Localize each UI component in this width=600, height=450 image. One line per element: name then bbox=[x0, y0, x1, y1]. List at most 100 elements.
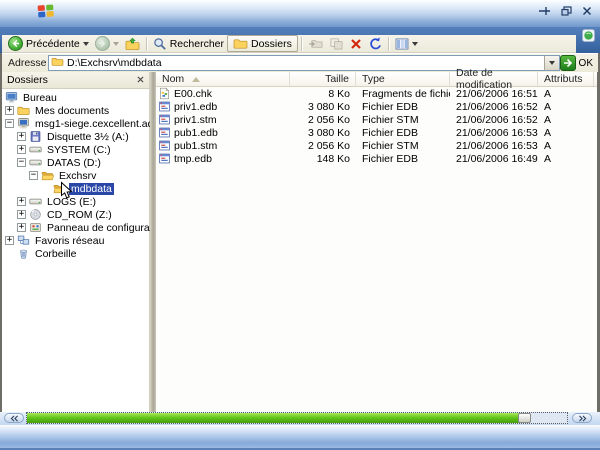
double-right-icon bbox=[578, 415, 587, 422]
folder-icon bbox=[17, 104, 30, 117]
tree-item-panneau-de-configuration[interactable]: +Panneau de configuration bbox=[2, 221, 149, 234]
file-attributes: A bbox=[538, 88, 594, 100]
toolbar-separator bbox=[301, 37, 302, 51]
expand-icon[interactable]: + bbox=[17, 197, 26, 206]
drive-icon bbox=[29, 156, 42, 169]
recycle-icon bbox=[17, 247, 30, 260]
views-button[interactable] bbox=[392, 35, 421, 52]
tree-item-label: DATAS (D:) bbox=[45, 157, 103, 169]
column-header-taille[interactable]: Taille bbox=[290, 72, 356, 86]
close-panel-icon[interactable] bbox=[137, 74, 144, 86]
up-folder-icon bbox=[125, 37, 140, 51]
tree-item-mdbdata[interactable]: mdbdata bbox=[2, 182, 149, 195]
expand-icon[interactable]: + bbox=[5, 106, 14, 115]
folders-panel-title: Dossiers bbox=[7, 74, 48, 86]
tree-item-datas-d[interactable]: − DATAS (D:) bbox=[2, 156, 149, 169]
file-row-tmp-edb[interactable]: tmp.edb148 KoFichier EDB21/06/2006 16:49… bbox=[156, 152, 597, 165]
file-row-pub1-stm[interactable]: pub1.stm2 056 KoFichier STM21/06/2006 16… bbox=[156, 139, 597, 152]
pin-icon[interactable] bbox=[538, 6, 551, 16]
expand-icon[interactable]: + bbox=[17, 132, 26, 141]
desktop-icon bbox=[5, 91, 18, 104]
seek-track[interactable] bbox=[26, 412, 568, 424]
sort-ascending-icon bbox=[192, 77, 200, 82]
folders-button-label: Dossiers bbox=[251, 38, 292, 50]
expand-icon[interactable]: + bbox=[17, 210, 26, 219]
tree-item-label: Mes documents bbox=[33, 105, 111, 117]
file-size: 8 Ko bbox=[290, 88, 356, 100]
restore-icon[interactable] bbox=[561, 6, 572, 16]
collapse-icon[interactable]: − bbox=[17, 158, 26, 167]
back-dropdown-icon[interactable] bbox=[83, 42, 89, 46]
collapse-icon[interactable]: − bbox=[29, 171, 38, 180]
tree-item-system-c[interactable]: + SYSTEM (C:) bbox=[2, 143, 149, 156]
address-dropdown-button[interactable] bbox=[544, 56, 559, 70]
seek-progress bbox=[27, 413, 524, 423]
up-button[interactable] bbox=[122, 35, 143, 52]
tree-item-disquette-3-a[interactable]: + Disquette 3½ (A:) bbox=[2, 130, 149, 143]
move-to-icon bbox=[308, 37, 323, 50]
demo-player-window: Précédente Rechercher Dossiers bbox=[0, 0, 600, 450]
column-header-attributs[interactable]: Attributs bbox=[538, 72, 594, 86]
views-icon bbox=[395, 38, 409, 50]
expand-icon[interactable]: + bbox=[5, 236, 14, 245]
move-to-button[interactable] bbox=[305, 35, 326, 52]
tree-item-msg1-siege-cexcellent-ad[interactable]: −msg1-siege.cexcellent.ad bbox=[2, 117, 149, 130]
folder-open-icon bbox=[41, 169, 54, 182]
seek-back-button[interactable] bbox=[4, 413, 24, 423]
views-dropdown-icon[interactable] bbox=[412, 42, 418, 46]
address-folder-icon bbox=[51, 56, 64, 70]
file-size: 3 080 Ko bbox=[290, 101, 356, 113]
tree-item-corbeille[interactable]: Corbeille bbox=[2, 247, 149, 260]
drive-icon bbox=[29, 143, 42, 156]
seek-thumb[interactable] bbox=[518, 413, 531, 423]
player-seek-row bbox=[0, 412, 600, 425]
drive-icon bbox=[29, 195, 42, 208]
tree-item-cd-rom-z[interactable]: +CD_ROM (Z:) bbox=[2, 208, 149, 221]
generic-file-icon bbox=[158, 126, 171, 139]
generic-file-icon bbox=[158, 152, 171, 165]
expand-icon[interactable]: + bbox=[17, 223, 26, 232]
back-button-label: Précédente bbox=[26, 38, 80, 50]
tree-item-label: Disquette 3½ (A:) bbox=[45, 131, 131, 143]
file-list: E00.chk8 KoFragments de fichie...21/06/2… bbox=[156, 87, 597, 165]
file-name: priv1.edb bbox=[174, 101, 217, 113]
file-date: 21/06/2006 16:52 bbox=[450, 114, 538, 126]
file-attributes: A bbox=[538, 114, 594, 126]
file-type: Fichier STM bbox=[356, 114, 450, 126]
file-date: 21/06/2006 16:51 bbox=[450, 88, 538, 100]
file-row-pub1-edb[interactable]: pub1.edb3 080 KoFichier EDB21/06/2006 16… bbox=[156, 126, 597, 139]
undo-button[interactable] bbox=[365, 35, 385, 52]
file-row-e00-chk[interactable]: E00.chk8 KoFragments de fichie...21/06/2… bbox=[156, 87, 597, 100]
column-header-nom[interactable]: Nom bbox=[156, 72, 290, 86]
tree-item-label: SYSTEM (C:) bbox=[45, 144, 113, 156]
expand-icon[interactable]: + bbox=[17, 145, 26, 154]
explorer-throbber-icon bbox=[582, 29, 595, 45]
file-row-priv1-edb[interactable]: priv1.edb3 080 KoFichier EDB21/06/2006 1… bbox=[156, 100, 597, 113]
back-button[interactable]: Précédente bbox=[5, 35, 92, 52]
forward-dropdown-icon bbox=[113, 42, 119, 46]
folders-icon bbox=[233, 37, 248, 50]
file-row-priv1-stm[interactable]: priv1.stm2 056 KoFichier STM21/06/2006 1… bbox=[156, 113, 597, 126]
tree-item-favoris-r-seau[interactable]: +Favoris réseau bbox=[2, 234, 149, 247]
tree-item-exchsrv[interactable]: −Exchsrv bbox=[2, 169, 149, 182]
double-left-icon bbox=[10, 415, 19, 422]
column-header-type[interactable]: Type bbox=[356, 72, 450, 86]
forward-button[interactable] bbox=[92, 35, 122, 52]
folders-panel-header: Dossiers bbox=[2, 72, 149, 89]
tree-item-logs-e[interactable]: +LOGS (E:) bbox=[2, 195, 149, 208]
search-button[interactable]: Rechercher bbox=[150, 35, 227, 52]
seek-forward-button[interactable] bbox=[572, 413, 592, 423]
tree-item-bureau[interactable]: Bureau bbox=[2, 91, 149, 104]
collapse-icon[interactable]: − bbox=[5, 119, 14, 128]
file-size: 2 056 Ko bbox=[290, 114, 356, 126]
copy-to-button[interactable] bbox=[326, 35, 347, 52]
explorer-content: Dossiers Bureau + Mes documents−msg1-siege… bbox=[2, 72, 597, 412]
tree-item-mes-documents[interactable]: + Mes documents bbox=[2, 104, 149, 117]
go-button[interactable] bbox=[560, 55, 576, 71]
titlebar bbox=[0, 0, 600, 27]
close-icon[interactable] bbox=[582, 6, 592, 16]
column-header-date[interactable]: Date de modification bbox=[450, 72, 538, 86]
file-list-panel: Nom Taille Type Date de modification Att… bbox=[156, 72, 597, 412]
delete-button[interactable] bbox=[347, 35, 365, 52]
folders-button[interactable]: Dossiers bbox=[227, 35, 298, 52]
